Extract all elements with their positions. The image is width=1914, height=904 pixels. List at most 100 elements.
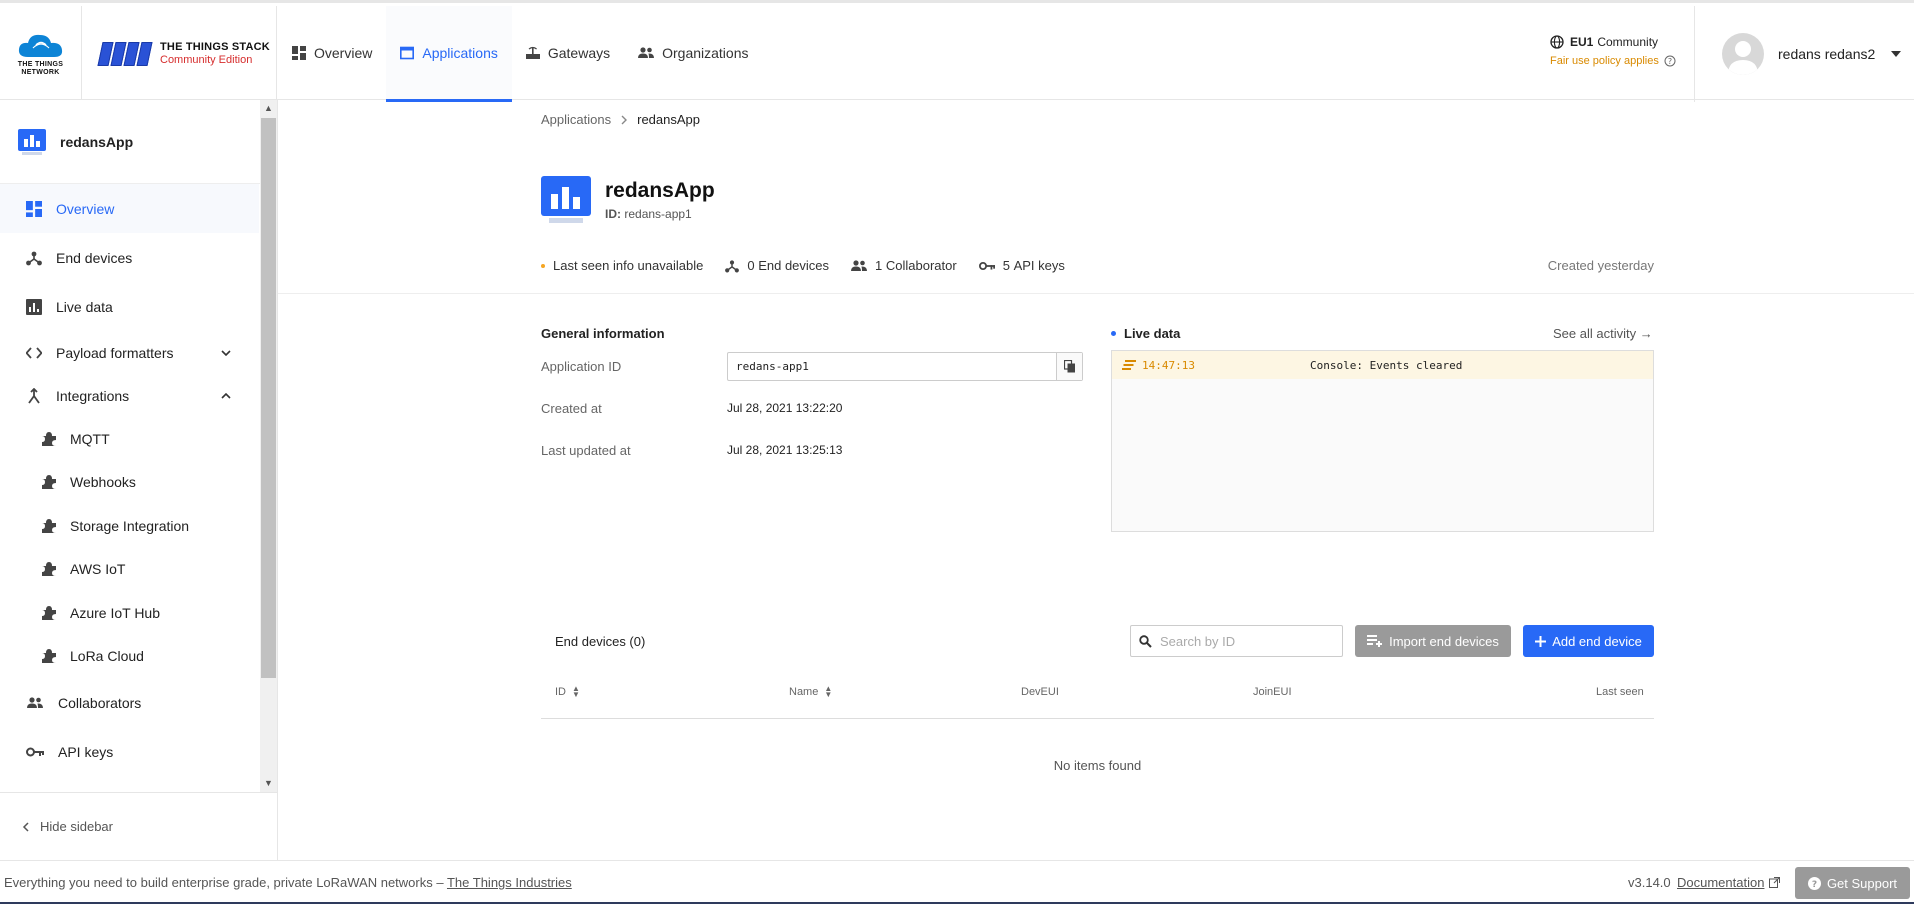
puzzle-icon	[42, 605, 56, 620]
see-all-activity-link[interactable]: See all activity →	[1553, 326, 1653, 341]
sidebar-item-azure-iot-hub[interactable]: Azure IoT Hub	[0, 591, 259, 635]
column-header-joineui: JoinEUI	[1253, 686, 1292, 698]
version-label: v3.14.0	[1628, 875, 1671, 890]
cluster-label: Community	[1597, 35, 1659, 49]
live-data-panel[interactable]: 14:47:13 Console: Events cleared	[1111, 350, 1654, 532]
updated-at-label: Last updated at	[541, 443, 631, 458]
sidebar-item-api-keys[interactable]: API keys	[0, 727, 259, 776]
sidebar-item-live-data[interactable]: Live data	[0, 282, 259, 331]
column-last-seen-label: Last seen	[1596, 686, 1644, 698]
column-header-deveui: DevEUI	[1021, 686, 1059, 698]
column-id-label: ID	[555, 686, 566, 698]
cluster-region: EU1	[1570, 35, 1594, 49]
header-divider	[1694, 6, 1695, 102]
documentation-link[interactable]: Documentation	[1677, 875, 1781, 890]
breadcrumb-applications[interactable]: Applications	[541, 112, 611, 127]
nav-overview-label: Overview	[314, 44, 373, 61]
ttn-logo[interactable]: THE THINGS NETWORK	[0, 6, 82, 102]
app-id-field[interactable]: redans-app1	[727, 352, 1083, 381]
created-at-label: Created at	[541, 401, 602, 416]
last-seen-status: Last seen info unavailable	[541, 258, 703, 273]
search-icon	[1139, 634, 1152, 648]
cluster-selector[interactable]: EU1 Community Fair use policy applies ?	[1550, 35, 1676, 67]
main-nav: Overview Applications Gateways Organizat…	[278, 6, 763, 102]
fair-use-text: Fair use policy applies	[1550, 55, 1659, 67]
sidebar-subitem-label: LoRa Cloud	[70, 648, 144, 665]
sidebar-item-webhooks[interactable]: Webhooks	[0, 461, 259, 505]
api-keys-stat[interactable]: 5 API keys	[978, 258, 1065, 273]
sidebar-app-header: redansApp	[0, 100, 277, 184]
playlist-add-icon	[1367, 635, 1383, 647]
collab-count: 1	[875, 258, 883, 273]
column-header-id[interactable]: ID ▲ ▼	[555, 685, 580, 699]
tti-link[interactable]: The Things Industries	[447, 875, 572, 890]
chevron-right-icon	[621, 115, 628, 124]
scrollbar-thumb[interactable]	[261, 118, 276, 678]
sort-icon: ▲ ▼	[824, 684, 833, 699]
table-header-divider	[541, 718, 1654, 719]
sidebar-item-label: Collaborators	[58, 694, 142, 711]
user-menu[interactable]: redans redans2	[1722, 33, 1902, 75]
collaborator-stat[interactable]: 1 Collaborator	[851, 258, 957, 273]
sidebar-item-end-devices[interactable]: End devices	[0, 233, 259, 282]
sidebar-item-label: Live data	[56, 298, 113, 315]
sidebar-item-aws-iot[interactable]: AWS IoT	[0, 548, 259, 592]
sidebar-item-lora-cloud[interactable]: LoRa Cloud	[0, 635, 259, 679]
fair-use-link[interactable]: Fair use policy applies ?	[1550, 55, 1676, 67]
caret-down-icon	[1891, 51, 1902, 57]
stack-logo[interactable]: THE THINGS STACK Community Edition	[82, 6, 277, 102]
sidebar-item-mqtt[interactable]: MQTT	[0, 417, 259, 461]
breadcrumb: Applications redansApp	[541, 112, 700, 127]
column-header-last-seen: Last seen	[1596, 686, 1644, 698]
app-id-field-label: Application ID	[541, 359, 622, 374]
search-input[interactable]	[1160, 633, 1330, 649]
column-joineui-label: JoinEUI	[1253, 686, 1292, 698]
scroll-down-icon[interactable]: ▼	[260, 775, 277, 792]
ttn-logo-text-2: NETWORK	[21, 69, 60, 76]
sidebar-item-integrations[interactable]: Integrations	[0, 374, 259, 417]
sidebar-item-storage-integration[interactable]: Storage Integration	[0, 504, 259, 548]
nav-organizations[interactable]: Organizations	[624, 6, 762, 102]
sidebar-subitem-label: MQTT	[70, 430, 110, 447]
sidebar-item-overview[interactable]: Overview	[0, 184, 259, 233]
sidebar-subitem-label: Azure IoT Hub	[70, 604, 161, 621]
add-end-device-button[interactable]: Add end device	[1523, 625, 1654, 657]
app-root: THE THINGS NETWORK THE THINGS STACK Comm…	[0, 0, 1914, 904]
app-id-field-value[interactable]: redans-app1	[728, 360, 1056, 373]
sidebar-subitem-label: AWS IoT	[70, 561, 126, 578]
search-field[interactable]	[1130, 625, 1343, 657]
sidebar-scrollbar[interactable]: ▲ ▼	[260, 100, 277, 792]
scroll-up-icon[interactable]: ▲	[260, 100, 277, 117]
nav-gateways[interactable]: Gateways	[512, 6, 624, 102]
divider	[278, 293, 1914, 294]
globe-icon	[1550, 35, 1564, 49]
column-deveui-label: DevEUI	[1021, 686, 1059, 698]
nav-applications[interactable]: Applications	[386, 6, 512, 102]
get-support-button[interactable]: ? Get Support	[1795, 867, 1910, 899]
puzzle-icon	[42, 431, 56, 446]
chevron-left-icon	[22, 821, 29, 832]
organization-icon	[638, 46, 655, 58]
import-end-devices-button[interactable]: Import end devices	[1355, 625, 1511, 657]
application-icon	[400, 46, 415, 59]
puzzle-icon	[42, 475, 56, 490]
column-header-name[interactable]: Name ▲ ▼	[789, 684, 833, 699]
devices-icon	[725, 259, 740, 272]
sidebar-item-collaborators[interactable]: Collaborators	[0, 678, 259, 727]
nav-overview[interactable]: Overview	[278, 6, 386, 102]
sidebar-item-label: Overview	[56, 200, 115, 217]
empty-table-message: No items found	[1053, 758, 1142, 773]
sidebar-item-payload-formatters[interactable]: Payload formatters	[0, 331, 259, 374]
event-row[interactable]: 14:47:13 Console: Events cleared	[1112, 351, 1653, 379]
external-link-icon	[1769, 877, 1781, 888]
import-label: Import end devices	[1389, 633, 1499, 649]
nav-gateways-label: Gateways	[547, 44, 611, 61]
status-dot	[541, 263, 545, 268]
dashboard-icon	[292, 45, 306, 60]
end-devices-stat[interactable]: 0 End devices	[725, 258, 829, 273]
add-label: Add end device	[1552, 633, 1642, 649]
hide-sidebar-label: Hide sidebar	[40, 819, 113, 834]
top-header: THE THINGS NETWORK THE THINGS STACK Comm…	[0, 0, 1914, 102]
copy-button[interactable]	[1056, 353, 1082, 380]
hide-sidebar-button[interactable]: Hide sidebar	[0, 792, 277, 860]
